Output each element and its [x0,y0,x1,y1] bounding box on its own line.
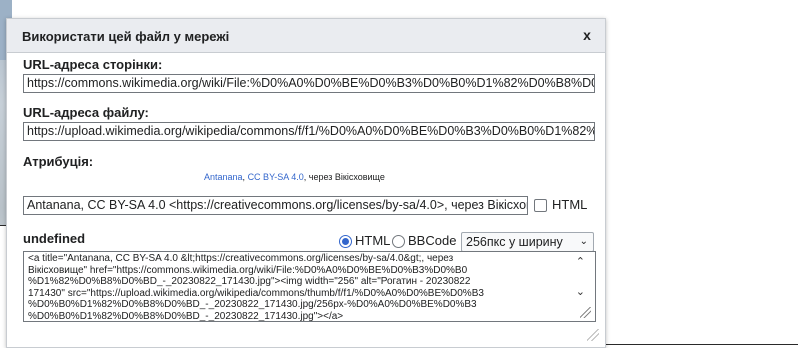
format-html-label[interactable]: HTML [355,233,390,248]
embed-code-line: 171430" src="https://upload.wikimedia.or… [28,287,484,299]
file-url-label: URL-адреса файлу: [23,105,149,120]
format-html-radio[interactable] [339,235,352,248]
page-url-label: URL-адреса сторінки: [23,57,163,72]
dialog-titlebar: Використати цей файл у мережі x [7,19,605,53]
embed-code-line: %D1%82%D0%B8%D0%BD_-_20230822_171430.jpg… [28,276,471,287]
scroll-down-icon[interactable]: ⌄ [576,285,585,298]
embed-code-line: <a title="Antanana, CC BY-SA 4.0 &lt;htt… [28,253,454,264]
embed-code-line: %D0%B0%D1%82%D0%B8%D0%BD_-_20230822_1714… [28,310,344,322]
format-bbcode-radio[interactable] [392,235,405,248]
page-url-field[interactable]: https://commons.wikimedia.org/wiki/File:… [23,74,595,93]
attribution-preview: Antanana, CC BY-SA 4.0, через Вікісховищ… [204,172,385,182]
attribution-author-link[interactable]: Antanana [204,172,243,182]
file-url-field[interactable]: https://upload.wikimedia.org/wikipedia/c… [23,122,595,141]
use-file-dialog: Використати цей файл у мережі x URL-адре… [6,18,606,348]
close-button[interactable]: x [578,26,596,44]
attribution-label: Атрибуція: [23,154,94,169]
dialog-resize-grip-icon[interactable] [587,329,599,341]
attribution-via: , через [303,172,335,182]
embed-section-label: undefined [23,231,86,246]
format-bbcode-label[interactable]: BBCode [408,233,456,248]
embed-code-line: %D0%B0%D1%82%D0%B8%D0%BD_-_20230822_1714… [28,299,477,310]
html-checkbox[interactable] [534,199,547,212]
embed-code-line: Вікісховище" href="https://commons.wikim… [28,264,468,276]
resize-grip-icon[interactable] [580,307,591,318]
dialog-title: Використати цей файл у мережі [22,29,230,44]
attribution-license-link[interactable]: CC BY-SA 4.0 [248,172,304,182]
chevron-down-icon: ⌄ [579,236,588,247]
html-checkbox-label[interactable]: HTML [552,197,587,212]
attribution-site-link[interactable]: Вікісховище [335,172,385,182]
size-select[interactable]: 256пкс у ширину ⌄ [461,232,594,252]
attribution-field[interactable]: Antanana, CC BY-SA 4.0 <https://creative… [23,196,528,215]
embed-code-textarea[interactable]: <a title="Antanana, CC BY-SA 4.0 &lt;htt… [23,251,596,322]
size-select-value: 256пкс у ширину [466,235,563,249]
embed-code-text: <a title="Antanana, CC BY-SA 4.0 &lt;htt… [28,253,554,322]
scroll-up-icon[interactable]: ⌃ [576,255,585,268]
